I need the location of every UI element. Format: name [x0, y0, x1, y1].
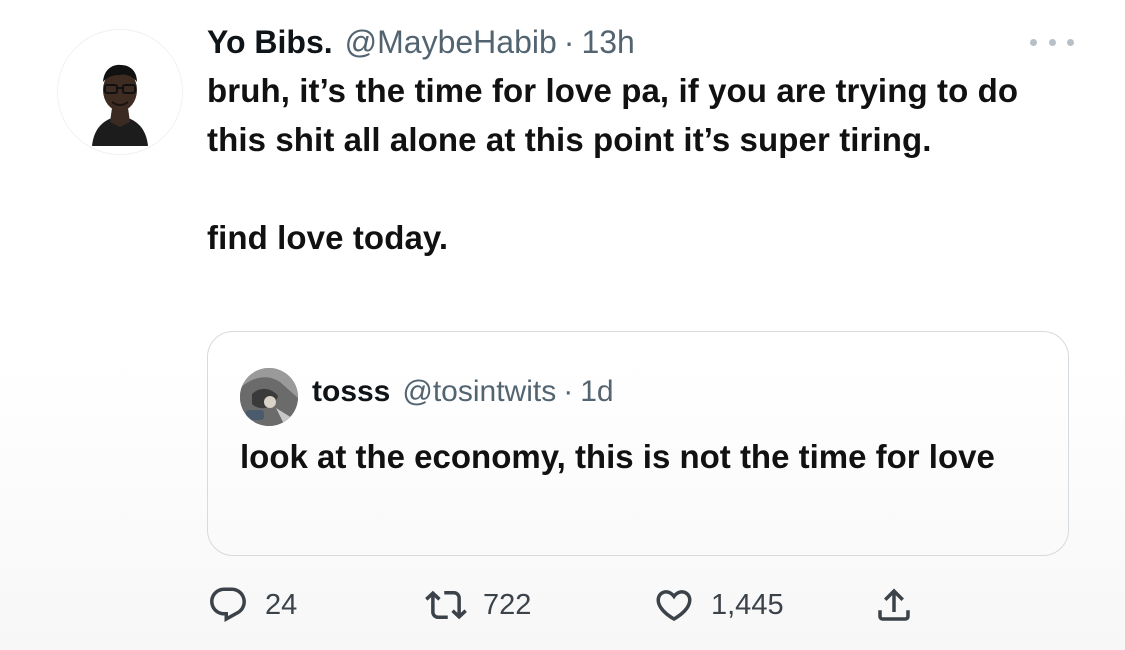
tweet-text-paragraph: bruh, it’s the time for love pa, if you … — [207, 72, 1019, 158]
quoted-author-handle: @tosintwits — [402, 375, 557, 408]
share-icon — [873, 584, 915, 626]
reply-icon — [207, 584, 249, 626]
retweet-icon — [425, 584, 467, 626]
tweet-card: Yo Bibs. @MaybeHabib · 13h bruh, it’s th… — [0, 0, 1125, 650]
action-bar: 24 722 1,445 — [207, 583, 927, 627]
heart-icon — [653, 584, 695, 626]
quoted-tweet[interactable]: tosss @tosintwits · 1d look at the econo… — [207, 331, 1069, 556]
quoted-tweet-header: tosss @tosintwits · 1d — [312, 372, 614, 412]
quoted-author-avatar — [240, 368, 298, 426]
tweet-text-paragraph: find love today. — [207, 219, 449, 256]
more-dots-icon[interactable] — [1030, 32, 1074, 52]
retweet-button[interactable]: 722 — [425, 583, 531, 627]
tweet-header: Yo Bibs. @MaybeHabib · 13h — [207, 22, 635, 62]
retweet-count: 722 — [483, 588, 532, 621]
tweet-timestamp[interactable]: 13h — [581, 22, 634, 62]
separator-dot: · — [563, 375, 574, 408]
author-display-name[interactable]: Yo Bibs. — [207, 22, 333, 62]
quoted-tweet-timestamp: 1d — [580, 375, 614, 408]
reply-count: 24 — [265, 588, 298, 621]
like-count: 1,445 — [711, 588, 784, 621]
author-avatar[interactable] — [58, 30, 182, 154]
quoted-tweet-text: look at the economy, this is not the tim… — [240, 438, 995, 475]
like-button[interactable]: 1,445 — [653, 583, 784, 627]
share-button[interactable] — [873, 583, 915, 627]
quoted-author-display-name: tosss — [312, 375, 391, 408]
reply-button[interactable]: 24 — [207, 583, 297, 627]
author-handle[interactable]: @MaybeHabib — [345, 22, 557, 62]
tweet-text: bruh, it’s the time for love pa, if you … — [207, 66, 1047, 262]
separator-dot: · — [563, 24, 575, 60]
